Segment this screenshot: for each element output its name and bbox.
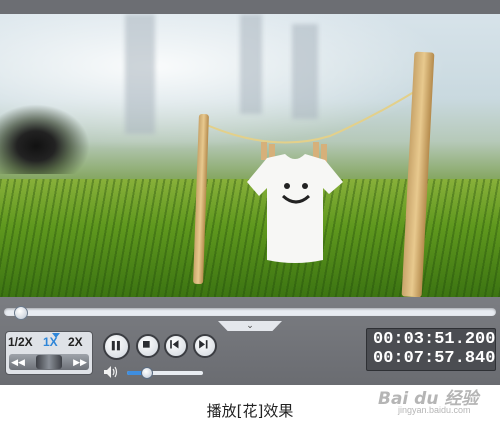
watermark-url: jingyan.baidu.com [398, 405, 471, 415]
total-time: 00:07:57.840 [373, 349, 496, 368]
pause-icon [111, 340, 120, 351]
speed-option-half[interactable]: 1/2X [8, 335, 33, 349]
speed-slider-thumb[interactable] [36, 355, 62, 369]
fast-forward-icon[interactable]: ▶▶ [73, 354, 87, 370]
previous-icon [170, 340, 179, 349]
speed-slider[interactable]: ◀◀ ▶▶ [9, 354, 89, 370]
volume-icon[interactable] [103, 365, 119, 379]
speed-selector[interactable]: 1/2X 1X 2X ◀◀ ▶▶ [5, 331, 93, 375]
seek-bar-handle[interactable] [14, 306, 28, 320]
pause-button[interactable] [103, 333, 130, 360]
watermark: Bai du 经验 jingyan.baidu.com [378, 384, 496, 418]
volume-slider[interactable] [127, 367, 203, 379]
stop-icon [143, 341, 150, 348]
control-panel: ⌄ 1/2X 1X 2X ◀◀ ▶▶ 00:03:51.200 00:07:57… [0, 297, 500, 385]
time-display: 00:03:51.200 00:07:57.840 [366, 328, 496, 371]
current-time: 00:03:51.200 [373, 330, 496, 349]
video-frame[interactable] [0, 14, 500, 297]
next-button[interactable] [193, 334, 217, 358]
video-flower-petal [0, 104, 90, 174]
speed-option-double[interactable]: 2X [68, 335, 83, 349]
title-bar [0, 0, 500, 14]
seek-bar[interactable] [4, 306, 496, 320]
chevron-down-icon[interactable]: ⌄ [244, 320, 256, 330]
tshirt [247, 142, 343, 263]
volume-slider-handle[interactable] [141, 367, 153, 379]
speed-option-normal[interactable]: 1X [43, 335, 58, 349]
stop-button[interactable] [136, 334, 160, 358]
previous-button[interactable] [164, 334, 188, 358]
video-building [125, 14, 155, 134]
next-icon [199, 340, 208, 349]
rewind-icon[interactable]: ◀◀ [11, 354, 25, 370]
